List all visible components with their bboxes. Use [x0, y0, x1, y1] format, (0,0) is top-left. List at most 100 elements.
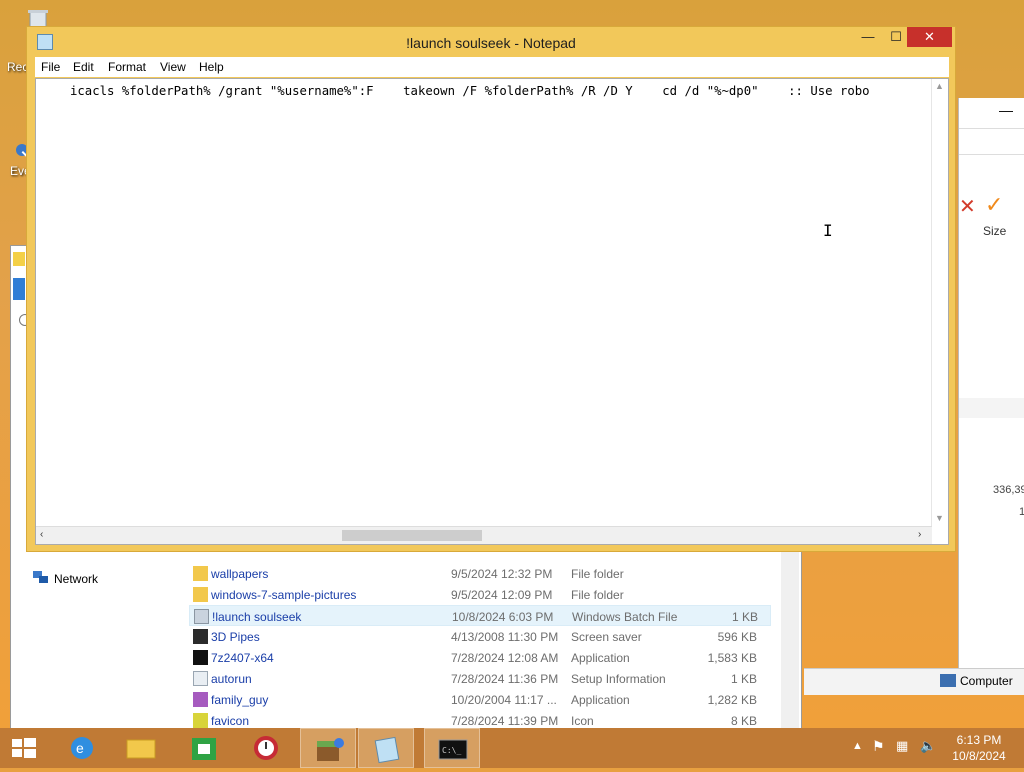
- file-type: Application: [571, 651, 630, 665]
- file-type: Application: [571, 693, 630, 707]
- text-cursor-icon: I: [823, 221, 833, 240]
- chevron-up-icon[interactable]: ▲: [852, 740, 863, 752]
- clock[interactable]: 6:13 PM 10/8/2024: [944, 732, 1014, 764]
- table-row[interactable]: 3D Pipes 4/13/2008 11:30 PM Screen saver…: [189, 626, 771, 647]
- table-row[interactable]: autorun 7/28/2024 11:36 PM Setup Informa…: [189, 668, 771, 689]
- table-row[interactable]: family_guy 10/20/2004 11:17 ... Applicat…: [189, 689, 771, 710]
- maximize-button[interactable]: ☐: [883, 27, 909, 47]
- computer-icon: [940, 674, 956, 687]
- background-window[interactable]: — ✕ ✓ Size 336,39 1: [958, 98, 1024, 668]
- menu-file[interactable]: File: [41, 60, 60, 74]
- horizontal-scrollbar[interactable]: ‹ ›: [36, 526, 932, 544]
- file-date: 7/28/2024 11:36 PM: [451, 672, 559, 686]
- folder-icon: [193, 566, 208, 581]
- table-row[interactable]: wallpapers 9/5/2024 12:32 PM File folder: [189, 563, 771, 584]
- clock-date: 10/8/2024: [952, 749, 1006, 763]
- store-icon[interactable]: [176, 728, 232, 768]
- file-date: 4/13/2008 11:30 PM: [451, 630, 559, 644]
- file-name[interactable]: favicon: [211, 714, 249, 728]
- favicon-icon: [193, 713, 208, 728]
- svg-text:e: e: [76, 740, 84, 756]
- batch-file-icon: [194, 609, 209, 624]
- file-type: Icon: [571, 714, 594, 728]
- close-button[interactable]: ✕: [907, 27, 952, 47]
- system-tray: ▲ ⚑ ▦ 🔈: [850, 728, 942, 768]
- clock-time: 6:13 PM: [956, 733, 1002, 747]
- scroll-down-icon[interactable]: ▼: [935, 513, 944, 523]
- computer-label: Computer: [960, 674, 1013, 688]
- alarm-clock-icon[interactable]: [238, 728, 294, 768]
- menu-edit[interactable]: Edit: [73, 60, 94, 74]
- menu-help[interactable]: Help: [199, 60, 224, 74]
- size-column-header[interactable]: Size: [983, 224, 1006, 238]
- divider: [959, 398, 1024, 418]
- file-explorer-icon[interactable]: [113, 728, 169, 768]
- file-type: File folder: [571, 588, 624, 602]
- taskbar: e C:\_ ▲ ⚑ ▦ 🔈 6:13 PM 10/8/2024: [0, 728, 1024, 768]
- file-type: Windows Batch File: [572, 610, 678, 624]
- file-date: 10/20/2004 11:17 ...: [451, 693, 557, 707]
- file-size: 596 KB: [717, 630, 757, 644]
- application-icon: [193, 692, 208, 707]
- divider: [959, 128, 1024, 129]
- file-name[interactable]: !launch soulseek: [212, 610, 301, 624]
- scroll-up-icon[interactable]: ▲: [935, 81, 944, 91]
- menu-view[interactable]: View: [160, 60, 186, 74]
- scroll-right-icon[interactable]: ›: [918, 529, 921, 540]
- size-value: 336,39: [993, 484, 1024, 496]
- file-date: 7/28/2024 11:39 PM: [451, 714, 559, 728]
- file-size: 8 KB: [730, 714, 757, 728]
- window-title: !launch soulseek - Notepad: [406, 35, 576, 51]
- file-name[interactable]: autorun: [211, 672, 252, 686]
- file-size: 1,282 KB: [707, 693, 757, 707]
- minecraft-icon[interactable]: [300, 728, 356, 768]
- notepad-taskbar-icon[interactable]: [358, 728, 414, 768]
- folder-icon: [193, 587, 208, 602]
- title-bar[interactable]: !launch soulseek - Notepad — ☐ ✕: [27, 27, 955, 57]
- menu-format[interactable]: Format: [108, 60, 146, 74]
- internet-explorer-icon[interactable]: e: [54, 728, 110, 768]
- folder-icon: [13, 252, 25, 266]
- divider: [959, 154, 1024, 155]
- file-size: 1 KB: [731, 610, 758, 624]
- flag-icon[interactable]: ⚑: [872, 738, 885, 755]
- volume-muted-icon[interactable]: 🔈: [920, 738, 936, 754]
- editor-content[interactable]: icacls %folderPath% /grant "%username%":…: [70, 84, 928, 98]
- setup-info-icon: [193, 671, 208, 686]
- file-name[interactable]: 3D Pipes: [211, 630, 260, 644]
- file-date: 9/5/2024 12:32 PM: [451, 567, 553, 581]
- file-type: Setup Information: [571, 672, 666, 686]
- file-size: 1 KB: [730, 672, 757, 686]
- network-status-icon[interactable]: ▦: [896, 738, 908, 754]
- file-name[interactable]: 7z2407-x64: [211, 651, 274, 665]
- table-row[interactable]: windows-7-sample-pictures 9/5/2024 12:09…: [189, 584, 771, 605]
- file-type: File folder: [571, 567, 624, 581]
- accept-icon[interactable]: ✓: [985, 192, 1003, 218]
- svg-text:C:\_: C:\_: [442, 746, 461, 755]
- text-editor[interactable]: icacls %folderPath% /grant "%username%":…: [35, 78, 949, 545]
- minimize-icon[interactable]: —: [999, 102, 1013, 118]
- start-button[interactable]: [0, 728, 48, 768]
- file-name[interactable]: windows-7-sample-pictures: [211, 588, 356, 602]
- notepad-window[interactable]: !launch soulseek - Notepad — ☐ ✕ File Ed…: [26, 26, 956, 552]
- file-type: Screen saver: [571, 630, 642, 644]
- table-row[interactable]: 7z2407-x64 7/28/2024 12:08 AM Applicatio…: [189, 647, 771, 668]
- file-date: 10/8/2024 6:03 PM: [452, 610, 554, 624]
- network-label[interactable]: Network: [54, 572, 98, 586]
- vertical-scrollbar[interactable]: ▲ ▼: [931, 79, 948, 527]
- horizontal-scroll-thumb[interactable]: [342, 530, 482, 541]
- reject-icon[interactable]: ✕: [959, 194, 976, 219]
- 7zip-icon: [193, 650, 208, 665]
- file-date: 9/5/2024 12:09 PM: [451, 588, 553, 602]
- command-prompt-icon[interactable]: C:\_: [424, 728, 480, 768]
- computer-status-bar: Computer: [804, 668, 1024, 695]
- scroll-left-icon[interactable]: ‹: [40, 529, 43, 540]
- size-value-2: 1: [1019, 506, 1024, 518]
- file-name[interactable]: family_guy: [211, 693, 268, 707]
- explorer-scrollbar[interactable]: [781, 546, 799, 729]
- minimize-button[interactable]: —: [855, 27, 881, 47]
- table-row-selected[interactable]: !launch soulseek 10/8/2024 6:03 PM Windo…: [189, 605, 771, 626]
- network-icon[interactable]: [33, 571, 48, 583]
- file-name[interactable]: wallpapers: [211, 567, 268, 581]
- menu-bar: File Edit Format View Help: [35, 57, 949, 77]
